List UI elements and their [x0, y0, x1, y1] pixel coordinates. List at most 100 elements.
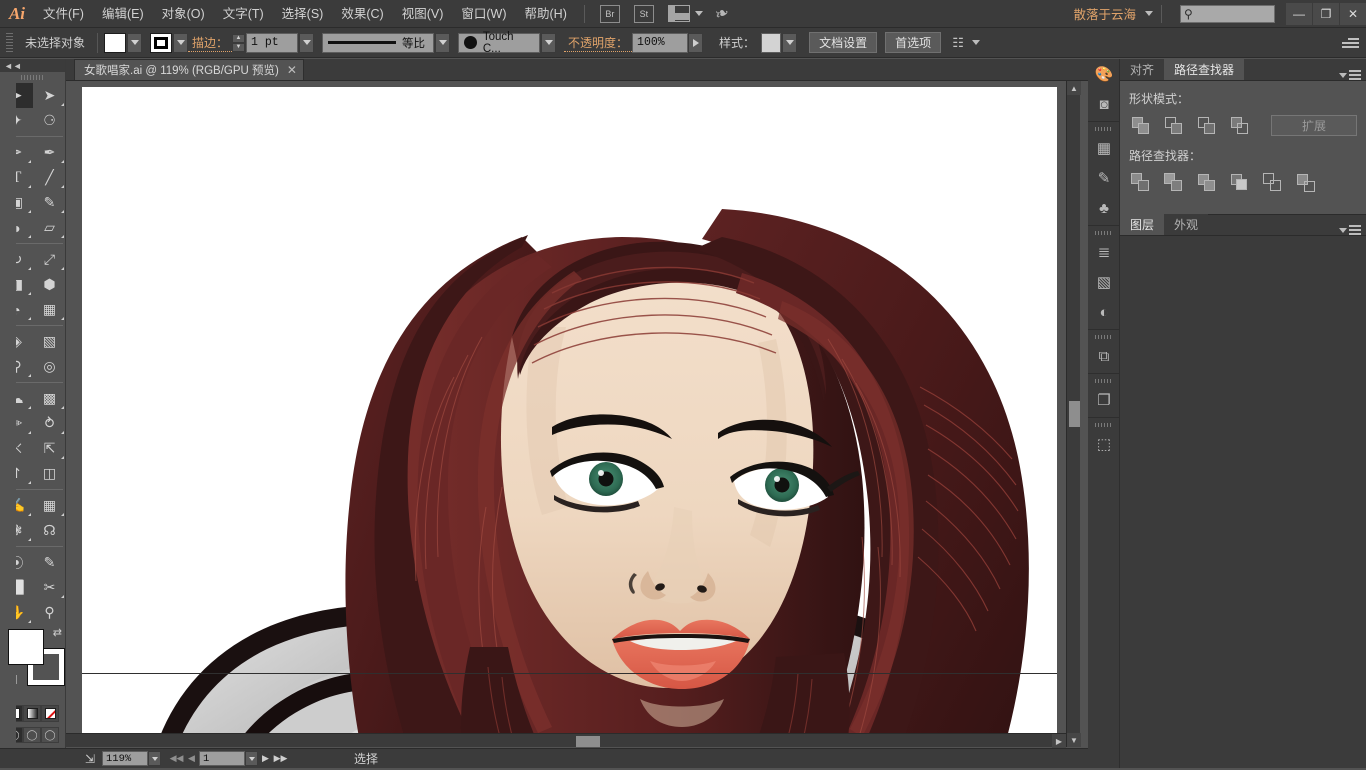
perspective-grid-tool[interactable]: ▦	[33, 297, 66, 322]
blend-tool[interactable]: ◎	[33, 354, 66, 379]
canvas-horizontal-scrollbar[interactable]: ▶	[66, 733, 1066, 747]
outline-button[interactable]	[1261, 171, 1284, 194]
stroke-weight-input[interactable]: 1 pt	[246, 33, 298, 53]
minus-front-button[interactable]	[1162, 114, 1185, 137]
align-to-pixel-grid-icon[interactable]: ☷	[949, 35, 967, 51]
tab-pathfinder[interactable]: 路径查找器	[1164, 59, 1244, 80]
restore-button[interactable]: ❐	[1313, 3, 1339, 25]
pathfinder-panel-icon[interactable]: ❐	[1088, 385, 1120, 415]
mesh-warp-tool[interactable]: ⥁	[33, 411, 66, 436]
symbols-panel-icon[interactable]: ♣	[1088, 193, 1120, 223]
first-artboard-button[interactable]: ◀◀	[169, 750, 184, 768]
layers-panel-menu-icon[interactable]	[1339, 225, 1361, 235]
color-panel-icon[interactable]: 🎨	[1088, 59, 1120, 89]
scale-tool[interactable]: ⤢	[33, 247, 66, 272]
exclude-button[interactable]	[1228, 114, 1251, 137]
menu-type[interactable]: 文字(T)	[214, 0, 273, 28]
crop-button[interactable]	[1228, 171, 1251, 194]
close-button[interactable]: ✕	[1340, 3, 1366, 25]
dock-grip-1[interactable]	[1088, 124, 1119, 133]
opacity-label[interactable]: 不透明度：	[564, 34, 632, 52]
trim-button[interactable]	[1162, 171, 1185, 194]
artboard-dropdown-icon[interactable]	[245, 751, 258, 766]
previous-artboard-button[interactable]: ◀	[184, 750, 199, 768]
menu-object[interactable]: 对象(O)	[153, 0, 214, 28]
dock-grip-2[interactable]	[1088, 228, 1119, 237]
export-icon[interactable]: ⇲	[78, 749, 102, 769]
status-text[interactable]: 选择	[354, 750, 378, 767]
menu-window[interactable]: 窗口(W)	[452, 0, 515, 28]
free-transform-tool[interactable]: ⬢	[33, 272, 66, 297]
layers-panel-body[interactable]	[1120, 236, 1366, 756]
align-panel-icon[interactable]: ⧉	[1088, 341, 1120, 371]
gradient-panel-icon[interactable]: ▧	[1088, 267, 1120, 297]
reshape-tool[interactable]: ⇱	[33, 436, 66, 461]
divide-button[interactable]	[1129, 171, 1152, 194]
measure-tool[interactable]: ◫	[33, 461, 66, 486]
zoom-tool[interactable]: ⚲	[33, 600, 66, 625]
column-graph-tool[interactable]: ▩	[33, 386, 66, 411]
document-tab[interactable]: 女歌唱家.ai @ 119% (RGB/GPU 预览) ✕	[74, 59, 304, 80]
stroke-swatch-group[interactable]	[150, 33, 188, 53]
direct-selection-tool[interactable]: ➤	[33, 83, 66, 108]
slice-tool[interactable]: ✂	[33, 575, 66, 600]
vertical-scroll-thumb[interactable]	[1069, 401, 1080, 427]
draw-behind-button[interactable]: ◯	[23, 727, 41, 743]
graphic-style-swatch[interactable]	[761, 33, 781, 53]
expand-button[interactable]: 扩展	[1271, 115, 1357, 136]
lasso-tool[interactable]: ⚆	[33, 108, 66, 133]
scroll-down-icon[interactable]: ▼	[1067, 733, 1081, 747]
unite-button[interactable]	[1129, 114, 1152, 137]
stepper-up-icon[interactable]: ▲	[232, 34, 245, 43]
canvas-vertical-scrollbar[interactable]: ▲ ▼	[1066, 81, 1080, 747]
stock-icon[interactable]: St	[634, 5, 654, 23]
stepper-down-icon[interactable]: ▼	[232, 43, 245, 52]
snap-chevron-down-icon[interactable]	[972, 40, 980, 45]
none-mode-button[interactable]	[41, 705, 59, 722]
rotate-view-tool[interactable]: ☊	[33, 518, 66, 543]
line-segment-tool[interactable]: ╱	[33, 165, 66, 190]
bridge-icon[interactable]: Br	[600, 5, 620, 23]
eraser-tool[interactable]: ▱	[33, 215, 66, 240]
canvas-area[interactable]	[66, 81, 1073, 747]
artboards-panel-icon[interactable]: ⬚	[1088, 429, 1120, 459]
stroke-label[interactable]: 描边：	[188, 34, 232, 52]
artboard-number-input[interactable]: 1	[199, 751, 245, 766]
stroke-weight-stepper[interactable]: ▲ ▼	[232, 34, 245, 52]
opacity-input[interactable]: 100%	[632, 33, 688, 53]
transparency-panel-icon[interactable]: ◐	[1088, 297, 1120, 327]
fill-dropdown-icon[interactable]	[127, 33, 142, 53]
workspace-switcher-label[interactable]: 散落于云海	[1069, 4, 1140, 23]
toolbar-fill-swatch[interactable]	[8, 629, 44, 665]
scroll-up-icon[interactable]: ▲	[1067, 81, 1081, 95]
stroke-dropdown-icon[interactable]	[173, 33, 188, 53]
scroll-right-icon[interactable]: ▶	[1052, 734, 1066, 748]
document-setup-button[interactable]: 文档设置	[809, 32, 877, 53]
brushes-panel-icon[interactable]: ✎	[1088, 163, 1120, 193]
menu-edit[interactable]: 编辑(E)	[93, 0, 153, 28]
vector-portrait-artwork[interactable]	[82, 87, 1057, 747]
menu-select[interactable]: 选择(S)	[273, 0, 333, 28]
menu-effect[interactable]: 效果(C)	[332, 0, 392, 28]
stock-search-rocket-icon[interactable]: ❧	[712, 2, 732, 26]
zoom-level-input[interactable]: 119%	[102, 751, 148, 766]
pathfinder-panel-menu-icon[interactable]	[1339, 70, 1361, 80]
last-artboard-button[interactable]: ▶▶	[273, 750, 288, 768]
stroke-profile-select[interactable]: 等比	[322, 33, 434, 53]
next-artboard-button[interactable]: ▶	[258, 750, 273, 768]
dock-grip-5[interactable]	[1088, 420, 1119, 429]
stroke-panel-icon[interactable]: ≣	[1088, 237, 1120, 267]
stroke-swatch[interactable]	[150, 33, 172, 53]
control-bar-grip[interactable]	[6, 33, 13, 53]
close-icon[interactable]: ✕	[287, 63, 297, 77]
gradient-mode-button[interactable]	[23, 705, 41, 722]
merge-button[interactable]	[1195, 171, 1218, 194]
zoom-level-dropdown-icon[interactable]	[148, 751, 161, 766]
intersect-button[interactable]	[1195, 114, 1218, 137]
draw-inside-button[interactable]: ◯	[41, 727, 59, 743]
color-guide-panel-icon[interactable]: ◙	[1088, 89, 1120, 119]
chevron-down-icon[interactable]	[695, 11, 703, 16]
paintbrush-tool[interactable]: ✎	[33, 190, 66, 215]
stroke-profile-dropdown-icon[interactable]	[435, 33, 450, 53]
minus-back-button[interactable]	[1294, 171, 1317, 194]
